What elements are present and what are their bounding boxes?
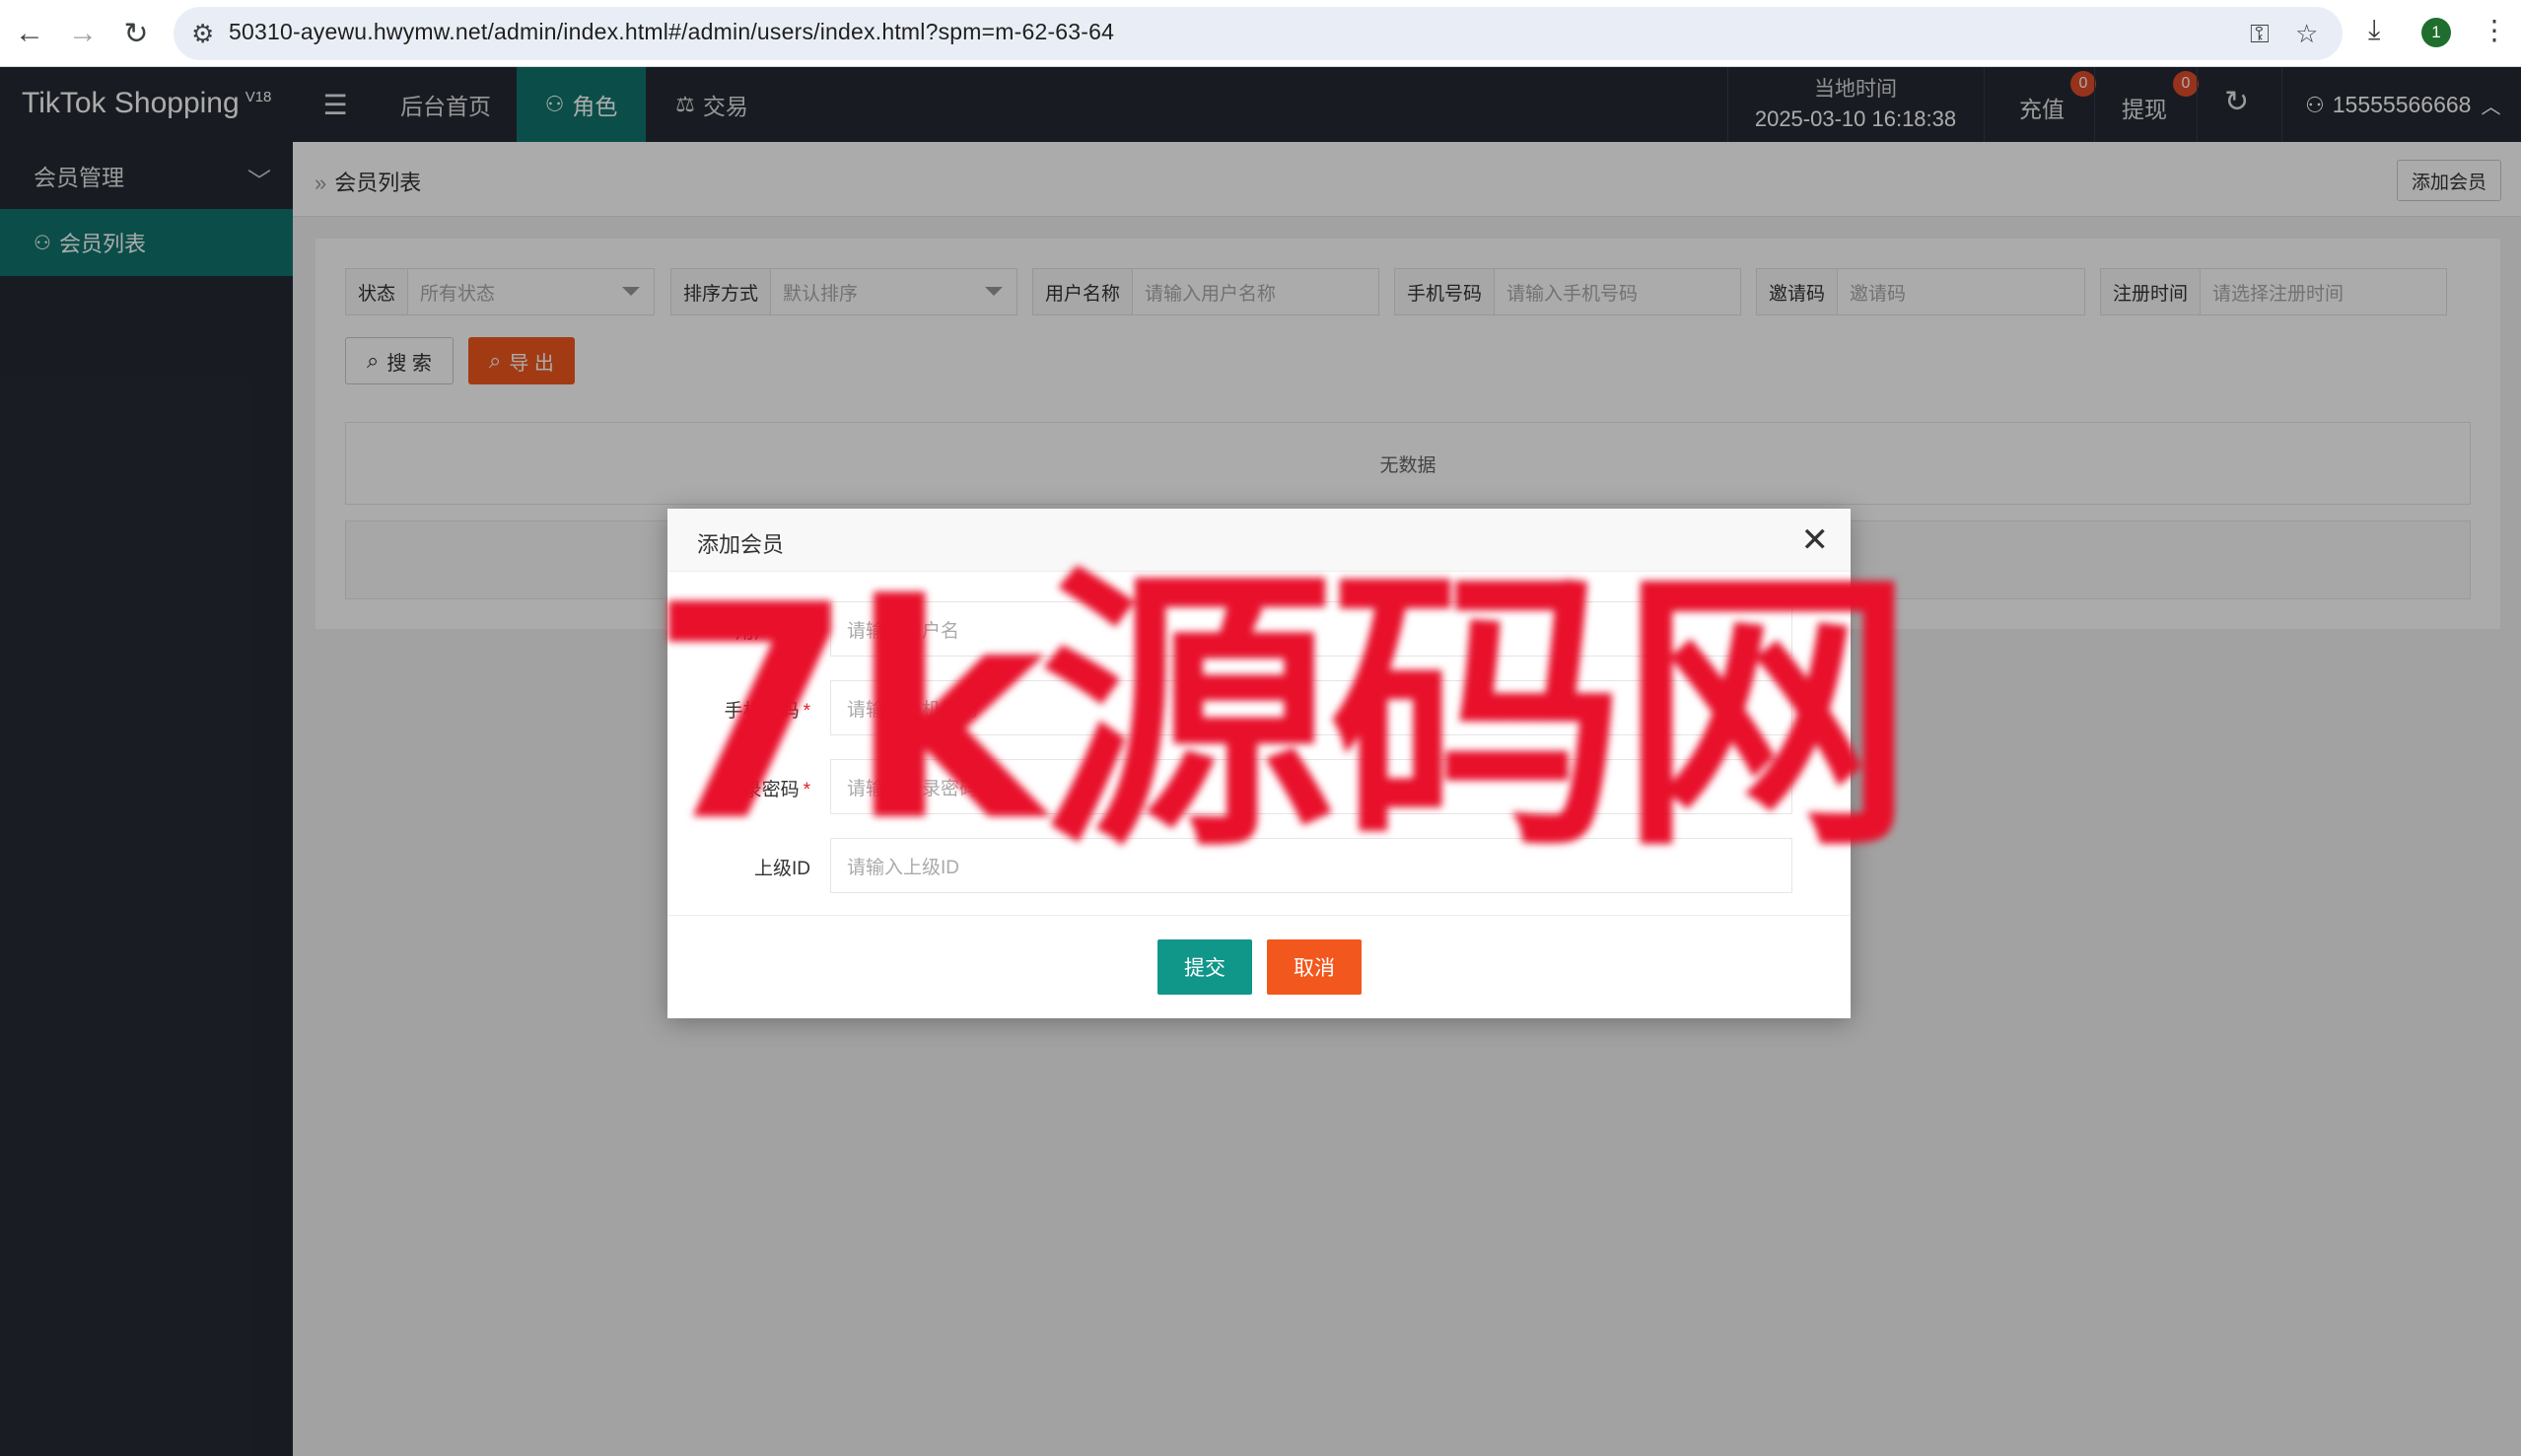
- bookmark-star-icon[interactable]: ☆: [2295, 19, 2318, 49]
- username-field[interactable]: 请输入用户名: [830, 601, 1792, 657]
- field-label: 上级ID: [667, 854, 810, 880]
- field-label-text: 登录密码: [724, 780, 800, 800]
- parent-id-field[interactable]: 请输入上级ID: [830, 838, 1792, 893]
- form-row-username: 用户名称 请输入用户名: [667, 601, 1851, 657]
- forward-icon[interactable]: →: [63, 14, 103, 53]
- url-text[interactable]: 50310-ayewu.hwymw.net/admin/index.html#/…: [229, 19, 1114, 45]
- add-member-dialog: 添加会员 ✕ 用户名称 请输入用户名 手机号码 * 请输入手机号码 登录密码 * 请…: [667, 509, 1851, 1018]
- site-info-icon[interactable]: ⚙: [191, 19, 214, 49]
- field-label: 手机号码 *: [667, 696, 810, 723]
- field-label-text: 手机号码: [724, 701, 800, 722]
- dialog-title: 添加会员: [697, 532, 785, 557]
- browser-toolbar: ← → ↻ ⚙ 50310-ayewu.hwymw.net/admin/inde…: [0, 0, 2521, 67]
- more-menu-icon[interactable]: ⋮: [2481, 14, 2508, 46]
- address-bar[interactable]: ⚙ 50310-ayewu.hwymw.net/admin/index.html…: [174, 7, 2343, 60]
- field-label: 登录密码 *: [667, 775, 810, 801]
- dialog-footer-divider: [667, 915, 1851, 916]
- password-field[interactable]: 请输入登录密码: [830, 759, 1792, 814]
- key-icon[interactable]: ⚿: [2250, 19, 2270, 50]
- back-icon[interactable]: ←: [10, 14, 49, 53]
- form-row-parent-id: 上级ID 请输入上级ID: [667, 838, 1851, 893]
- reload-icon[interactable]: ↻: [116, 14, 156, 53]
- close-icon[interactable]: ✕: [1801, 520, 1830, 560]
- dialog-header: 添加会员 ✕: [667, 509, 1851, 572]
- required-mark: *: [803, 780, 810, 800]
- field-label-text: 用户名称: [735, 622, 810, 643]
- download-icon[interactable]: ⤓: [2368, 14, 2380, 46]
- form-row-password: 登录密码 * 请输入登录密码: [667, 759, 1851, 814]
- phone-field[interactable]: 请输入手机号码: [830, 680, 1792, 735]
- cancel-button[interactable]: 取消: [1267, 939, 1362, 995]
- required-mark: *: [803, 701, 810, 722]
- profile-avatar[interactable]: 1: [2421, 18, 2451, 47]
- field-label: 用户名称: [667, 617, 810, 644]
- field-label-text: 上级ID: [753, 859, 810, 879]
- form-row-phone: 手机号码 * 请输入手机号码: [667, 680, 1851, 735]
- submit-button[interactable]: 提交: [1157, 939, 1252, 995]
